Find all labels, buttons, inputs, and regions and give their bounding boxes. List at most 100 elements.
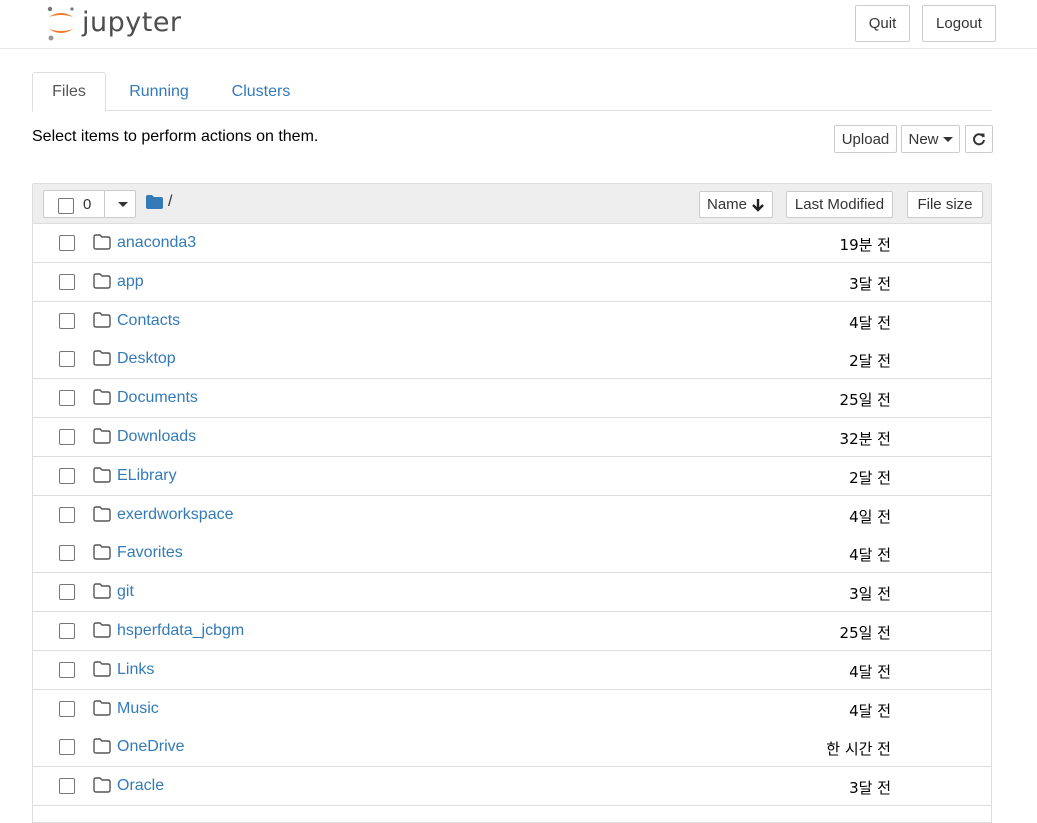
sort-by-modified-button[interactable]: Last Modified xyxy=(786,191,893,218)
item-name-link[interactable]: ELibrary xyxy=(117,467,177,485)
tab-clusters[interactable]: Clusters xyxy=(216,72,306,111)
list-item[interactable]: Music 4달 전 xyxy=(33,689,991,729)
folder-outline-icon xyxy=(93,350,111,367)
row-checkbox[interactable] xyxy=(59,312,75,329)
new-label: New xyxy=(908,130,939,148)
row-checkbox[interactable] xyxy=(59,429,75,445)
folder-outline-icon xyxy=(93,311,111,328)
jupyter-logo-icon xyxy=(47,6,74,41)
file-list: 0 / Name Last Modified File size anacond… xyxy=(32,183,992,823)
item-name-link[interactable]: git xyxy=(117,583,134,601)
list-item[interactable]: ELibrary 2달 전 xyxy=(33,456,991,496)
row-checkbox[interactable] xyxy=(59,506,75,523)
list-item[interactable]: Favorites 4달 전 xyxy=(33,534,991,574)
folder-outline-icon xyxy=(93,544,111,561)
item-name-link[interactable]: Desktop xyxy=(117,350,176,368)
row-checkbox[interactable] xyxy=(59,351,75,368)
item-name-link[interactable]: OneDrive xyxy=(117,738,185,756)
list-item[interactable]: OneDrive 한 시간 전 xyxy=(33,728,991,768)
row-checkbox[interactable] xyxy=(59,390,75,407)
list-item[interactable]: Downloads 32분 전 xyxy=(33,418,991,457)
row-checkbox[interactable] xyxy=(59,584,75,601)
item-name-link[interactable]: hsperfdata_jcbgm xyxy=(117,622,244,640)
item-modified: 25일 전 xyxy=(839,391,891,410)
logo-text: jupyter xyxy=(82,6,182,38)
item-name-link[interactable]: Oracle xyxy=(117,777,164,795)
item-name-link[interactable]: app xyxy=(117,273,144,291)
item-name-link[interactable]: anaconda3 xyxy=(117,234,196,252)
list-item[interactable]: Desktop 2달 전 xyxy=(33,340,991,380)
row-checkbox[interactable] xyxy=(59,739,75,756)
jupyter-logo[interactable]: jupyter xyxy=(46,5,182,41)
row-checkbox[interactable] xyxy=(59,778,75,795)
folder-icon[interactable] xyxy=(146,195,163,209)
item-name-link[interactable]: exerdworkspace xyxy=(117,506,234,524)
item-name-link[interactable]: Downloads xyxy=(117,428,196,446)
folder-outline-icon xyxy=(93,699,111,716)
select-all-group: 0 xyxy=(43,190,136,218)
list-item[interactable]: exerdworkspace 4일 전 xyxy=(33,495,991,535)
item-modified: 한 시간 전 xyxy=(826,740,891,759)
logout-button[interactable]: Logout xyxy=(922,5,996,42)
folder-outline-icon xyxy=(93,428,111,444)
list-item[interactable]: Links 4달 전 xyxy=(33,650,991,690)
item-name-link[interactable]: Links xyxy=(117,661,154,679)
list-item[interactable]: Documents 25일 전 xyxy=(33,379,991,419)
folder-outline-icon xyxy=(93,273,111,289)
folder-outline-icon xyxy=(93,622,111,638)
item-modified: 19분 전 xyxy=(839,236,891,254)
item-name-link[interactable]: Contacts xyxy=(117,312,180,330)
folder-outline-icon xyxy=(93,661,111,677)
selected-count: 0 xyxy=(83,196,92,213)
arrow-down-icon xyxy=(752,198,764,212)
folder-outline-icon xyxy=(93,234,111,250)
select-all-checkbox[interactable] xyxy=(58,198,74,214)
sort-name-label: Name xyxy=(706,196,747,213)
folder-outline-icon xyxy=(93,467,111,483)
item-modified: 3일 전 xyxy=(849,585,891,604)
file-list-header: 0 / Name Last Modified File size xyxy=(33,184,991,224)
list-item[interactable]: hsperfdata_jcbgm 25일 전 xyxy=(33,612,991,651)
list-item[interactable]: Oracle 3달 전 xyxy=(33,767,991,807)
folder-outline-icon xyxy=(93,389,111,405)
row-checkbox[interactable] xyxy=(59,545,75,562)
row-checkbox[interactable] xyxy=(59,235,75,251)
item-modified: 2달 전 xyxy=(849,468,891,487)
row-checkbox[interactable] xyxy=(59,661,75,678)
item-modified: 32분 전 xyxy=(839,430,891,448)
sort-by-size-button[interactable]: File size xyxy=(907,191,983,218)
item-modified: 3달 전 xyxy=(849,779,891,798)
row-checkbox[interactable] xyxy=(59,467,75,484)
upload-button[interactable]: Upload xyxy=(834,125,897,153)
item-name-link[interactable]: Favorites xyxy=(117,544,183,562)
item-name-link[interactable]: Music xyxy=(117,700,159,718)
sort-by-name-button[interactable]: Name xyxy=(699,191,773,218)
select-dropdown-button[interactable] xyxy=(104,190,137,218)
row-checkbox[interactable] xyxy=(59,273,75,290)
item-modified: 2달 전 xyxy=(849,352,891,371)
item-name-link[interactable]: Documents xyxy=(117,389,198,407)
row-checkbox[interactable] xyxy=(59,700,75,717)
selection-hint: Select items to perform actions on them. xyxy=(32,128,319,145)
folder-outline-icon xyxy=(93,738,111,755)
refresh-button[interactable] xyxy=(965,125,993,153)
caret-down-icon xyxy=(942,136,953,142)
item-modified: 25일 전 xyxy=(839,624,891,642)
new-dropdown-button[interactable]: New xyxy=(901,125,960,153)
caret-down-icon xyxy=(118,201,128,207)
item-modified: 4달 전 xyxy=(849,313,891,332)
list-item[interactable]: Contacts 4달 전 xyxy=(33,301,991,341)
item-modified: 3달 전 xyxy=(849,274,891,293)
quit-button[interactable]: Quit xyxy=(855,5,910,42)
list-item[interactable]: app 3달 전 xyxy=(33,262,991,302)
item-modified: 4달 전 xyxy=(849,662,891,681)
breadcrumb-path[interactable]: / xyxy=(168,193,172,211)
refresh-icon xyxy=(973,133,985,146)
row-checkbox[interactable] xyxy=(59,623,75,639)
item-modified: 4일 전 xyxy=(849,507,891,526)
list-item[interactable]: git 3일 전 xyxy=(33,573,991,613)
list-item[interactable]: anaconda3 19분 전 xyxy=(33,224,991,263)
tab-running[interactable]: Running xyxy=(114,72,204,111)
tab-files[interactable]: Files xyxy=(32,72,106,112)
item-modified: 4달 전 xyxy=(849,701,891,720)
